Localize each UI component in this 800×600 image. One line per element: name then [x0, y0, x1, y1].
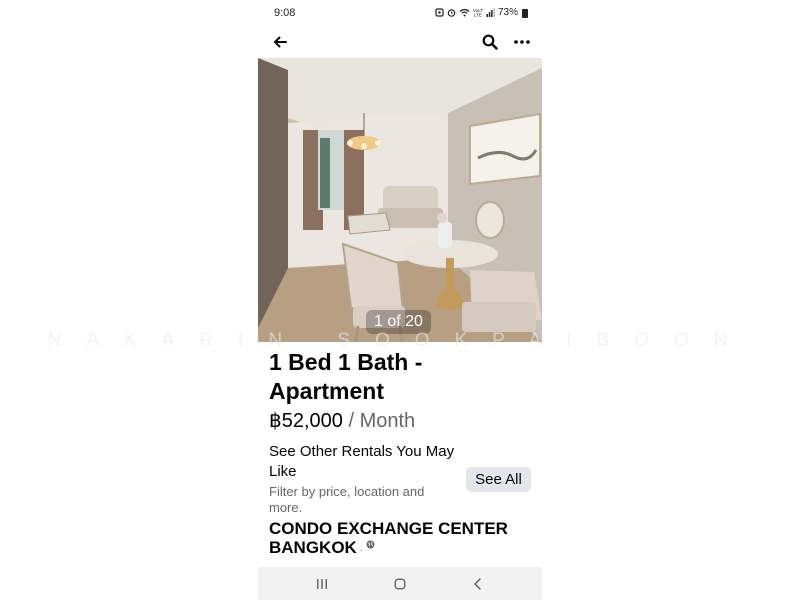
wifi-icon: [459, 8, 470, 17]
system-back-button[interactable]: [466, 574, 490, 594]
home-button[interactable]: [388, 574, 412, 594]
back-button[interactable]: [268, 30, 292, 54]
system-nav-bar: [258, 567, 542, 600]
photo-counter: 1 of 20: [366, 310, 431, 334]
more-options-button[interactable]: [510, 30, 534, 54]
alarm-clock-icon: [447, 9, 456, 17]
battery-percent: 73%: [497, 7, 518, 18]
status-time: 9:08: [274, 7, 296, 19]
suggestions-subtitle: Filter by price, location and more.: [269, 484, 425, 515]
alarm-icon: [435, 8, 444, 17]
seller-meta: ·: [356, 545, 366, 556]
listing-title: 1 Bed 1 Bath - Apartment: [269, 349, 423, 404]
battery-icon: [522, 9, 528, 18]
seller-name[interactable]: CONDO EXCHANGE CENTER BANGKOK ·: [269, 519, 519, 560]
globe-icon: [366, 540, 375, 549]
arrow-left-icon: [274, 36, 287, 48]
search-icon: [482, 34, 498, 50]
more-horizontal-icon: [514, 40, 530, 44]
signal-icon: [486, 8, 495, 17]
recent-apps-button[interactable]: [310, 574, 334, 594]
back-icon: [474, 578, 481, 590]
listing-price: ฿52,000 / Month: [269, 409, 415, 433]
svg-text:LTE: LTE: [474, 13, 482, 18]
price-period: / Month: [342, 410, 416, 432]
listing-photo[interactable]: 1 of 20: [258, 58, 542, 342]
top-app-bar: [258, 28, 542, 56]
apartment-photo: [258, 58, 542, 342]
lte-icon: VoLTELTE: [473, 8, 483, 17]
see-all-button[interactable]: See All: [466, 467, 531, 492]
phone-screen: 9:08 VoLTELTE 73%: [258, 0, 542, 600]
search-button[interactable]: [478, 30, 502, 54]
suggestions-title: See Other Rentals You May Like: [269, 443, 455, 480]
seller-name-text: CONDO EXCHANGE CENTER BANGKOK: [269, 519, 508, 557]
price-value: ฿52,000: [269, 410, 343, 432]
home-icon: [394, 578, 406, 590]
recent-apps-icon: [317, 579, 327, 589]
status-bar: 9:08 VoLTELTE 73%: [258, 0, 542, 28]
status-icons: VoLTELTE 73%: [435, 7, 528, 18]
